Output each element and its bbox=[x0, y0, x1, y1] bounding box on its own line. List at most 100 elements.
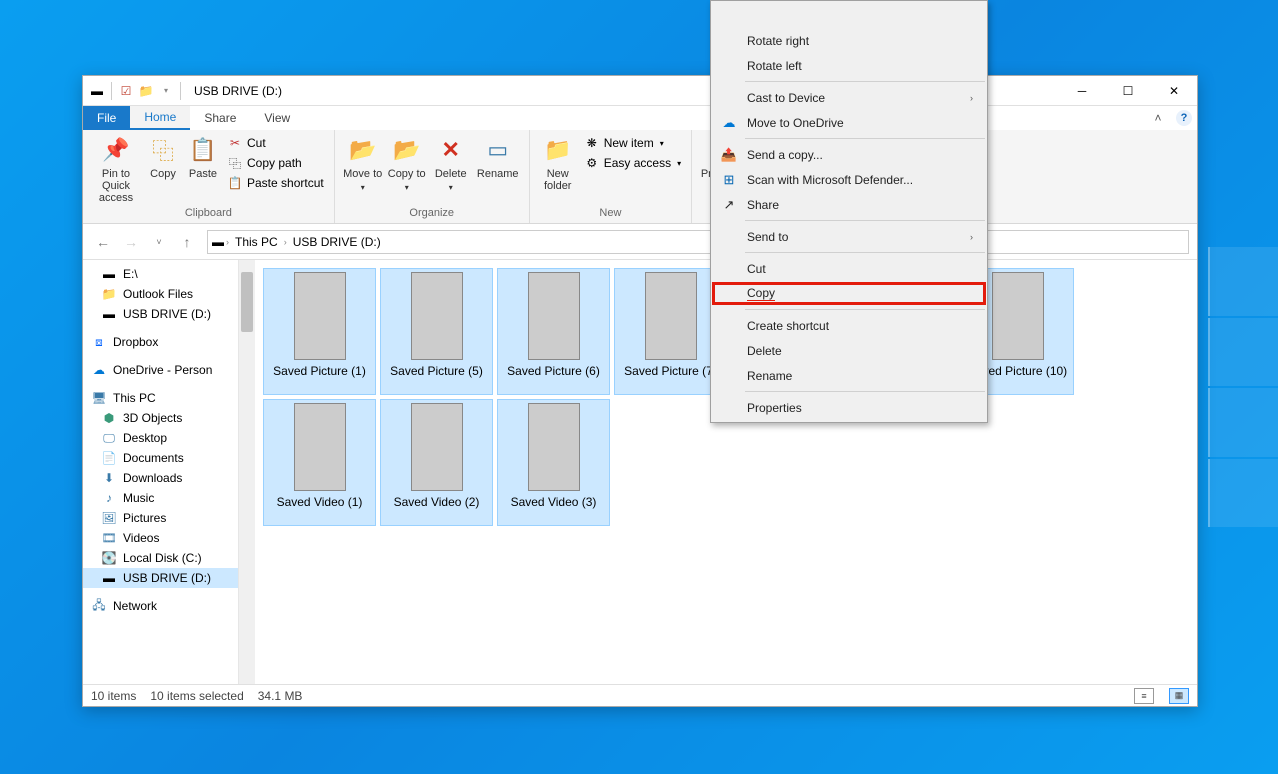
breadcrumb-segment[interactable]: This PC bbox=[231, 235, 282, 249]
help-button[interactable]: ? bbox=[1171, 106, 1197, 130]
forward-button[interactable]: → bbox=[119, 230, 143, 254]
nav-item-pictures[interactable]: 🖼Pictures bbox=[83, 508, 238, 528]
window-title: USB DRIVE (D:) bbox=[189, 84, 282, 98]
new-item-icon: ❋ bbox=[584, 135, 600, 151]
status-items: 10 items bbox=[91, 689, 136, 703]
tab-file[interactable]: File bbox=[83, 106, 130, 130]
dropdown-icon[interactable]: ▾ bbox=[158, 83, 174, 99]
move-icon: 📂 bbox=[347, 134, 379, 166]
menu-separator bbox=[745, 81, 985, 82]
file-name: Saved Picture (6) bbox=[507, 364, 600, 378]
context-cast[interactable]: Cast to Device› bbox=[711, 85, 987, 110]
easy-access-button[interactable]: ⚙Easy access ▾ bbox=[580, 154, 685, 172]
cut-button[interactable]: ✂Cut bbox=[223, 134, 328, 152]
menu-separator bbox=[745, 220, 985, 221]
paste-button[interactable]: 📋Paste bbox=[183, 132, 223, 182]
context-create-shortcut[interactable]: Create shortcut bbox=[711, 313, 987, 338]
group-label: Clipboard bbox=[89, 207, 328, 221]
status-size: 34.1 MB bbox=[258, 689, 303, 703]
copy-path-icon: ⿻ bbox=[227, 155, 243, 171]
pictures-icon: 🖼 bbox=[101, 511, 117, 525]
move-to-button[interactable]: 📂Move to▾ bbox=[341, 132, 385, 196]
file-item[interactable]: Saved Video (3) bbox=[497, 399, 610, 526]
nav-item-outlook[interactable]: 📁Outlook Files bbox=[83, 284, 238, 304]
status-selected: 10 items selected bbox=[150, 689, 243, 703]
pc-icon: 🖥 bbox=[91, 391, 107, 405]
thumbnail bbox=[411, 403, 463, 491]
nav-item-usb[interactable]: ▬USB DRIVE (D:) bbox=[83, 304, 238, 324]
file-name: Saved Picture (5) bbox=[390, 364, 483, 378]
file-item[interactable]: Saved Picture (5) bbox=[380, 268, 493, 395]
file-item[interactable]: Saved Video (1) bbox=[263, 399, 376, 526]
nav-item-videos[interactable]: 🎞Videos bbox=[83, 528, 238, 548]
disk-icon: 💽 bbox=[101, 551, 117, 565]
context-rotate-left[interactable]: Rotate left bbox=[711, 53, 987, 78]
up-button[interactable]: ↑ bbox=[175, 230, 199, 254]
thumbnail bbox=[528, 272, 580, 360]
copy-path-button[interactable]: ⿻Copy path bbox=[223, 154, 328, 172]
file-item[interactable]: Saved Picture (1) bbox=[263, 268, 376, 395]
nav-item-dropbox[interactable]: ⧈Dropbox bbox=[83, 332, 238, 352]
thumbnail bbox=[992, 272, 1044, 360]
context-print[interactable]: Print bbox=[711, 3, 987, 28]
drive-icon: ▬ bbox=[101, 307, 117, 321]
nav-item-music[interactable]: ♪Music bbox=[83, 488, 238, 508]
nav-scrollbar[interactable] bbox=[238, 260, 255, 684]
nav-item-localdisk[interactable]: 💽Local Disk (C:) bbox=[83, 548, 238, 568]
documents-icon: 📄 bbox=[101, 451, 117, 465]
pin-icon: 📌 bbox=[100, 134, 132, 166]
recent-button[interactable]: ˅ bbox=[147, 230, 171, 254]
maximize-button[interactable]: ☐ bbox=[1105, 76, 1151, 106]
file-item[interactable]: Saved Video (2) bbox=[380, 399, 493, 526]
nav-item-usb2[interactable]: ▬USB DRIVE (D:) bbox=[83, 568, 238, 588]
nav-item-onedrive[interactable]: ☁OneDrive - Person bbox=[83, 360, 238, 380]
back-button[interactable]: ← bbox=[91, 230, 115, 254]
nav-item-downloads[interactable]: ⬇Downloads bbox=[83, 468, 238, 488]
pin-to-quick-access-button[interactable]: 📌Pin to Quick access bbox=[89, 132, 143, 206]
folder-icon[interactable]: 📁 bbox=[138, 83, 154, 99]
context-rename[interactable]: Rename bbox=[711, 363, 987, 388]
breadcrumb-segment[interactable]: USB DRIVE (D:) bbox=[289, 235, 385, 249]
scrollbar-thumb[interactable] bbox=[241, 272, 253, 332]
tab-share[interactable]: Share bbox=[190, 106, 250, 130]
nav-item-desktop[interactable]: 🖵Desktop bbox=[83, 428, 238, 448]
context-scan[interactable]: ⊞Scan with Microsoft Defender... bbox=[711, 167, 987, 192]
file-item[interactable]: Saved Picture (6) bbox=[497, 268, 610, 395]
nav-item-3dobjects[interactable]: ⬢3D Objects bbox=[83, 408, 238, 428]
context-rotate-right[interactable]: Rotate right bbox=[711, 28, 987, 53]
nav-item-network[interactable]: 🖧Network bbox=[83, 596, 238, 616]
rename-button[interactable]: ▭Rename bbox=[473, 132, 523, 182]
copy-button[interactable]: ⿻Copy bbox=[143, 132, 183, 182]
context-properties[interactable]: Properties bbox=[711, 395, 987, 420]
check-icon[interactable]: ☑ bbox=[118, 83, 134, 99]
context-send-to[interactable]: Send to› bbox=[711, 224, 987, 249]
context-delete[interactable]: Delete bbox=[711, 338, 987, 363]
nav-item-e[interactable]: ▬E:\ bbox=[83, 264, 238, 284]
new-item-button[interactable]: ❋New item ▾ bbox=[580, 134, 685, 152]
menu-separator bbox=[745, 252, 985, 253]
details-view-button[interactable]: ≡ bbox=[1134, 688, 1154, 704]
collapse-ribbon-button[interactable]: ˄ bbox=[1145, 106, 1171, 130]
navigation-pane[interactable]: ▬E:\ 📁Outlook Files ▬USB DRIVE (D:) ⧈Dro… bbox=[83, 260, 238, 684]
context-cut[interactable]: Cut bbox=[711, 256, 987, 281]
new-folder-button[interactable]: 📁New folder bbox=[536, 132, 580, 194]
nav-item-thispc[interactable]: 🖥This PC bbox=[83, 388, 238, 408]
minimize-button[interactable]: ─ bbox=[1059, 76, 1105, 106]
thumbnail bbox=[294, 272, 346, 360]
paste-shortcut-button[interactable]: 📋Paste shortcut bbox=[223, 174, 328, 192]
nav-item-documents[interactable]: 📄Documents bbox=[83, 448, 238, 468]
context-copy[interactable]: Copy bbox=[711, 281, 987, 306]
context-send-copy[interactable]: 📤Send a copy... bbox=[711, 142, 987, 167]
copy-to-button[interactable]: 📂Copy to▾ bbox=[385, 132, 429, 196]
group-label: Organize bbox=[341, 207, 523, 221]
close-button[interactable]: ✕ bbox=[1151, 76, 1197, 106]
drive-icon: ▬ bbox=[89, 83, 105, 99]
drive-icon: ▬ bbox=[212, 235, 224, 249]
tab-view[interactable]: View bbox=[250, 106, 304, 130]
tab-home[interactable]: Home bbox=[130, 106, 190, 130]
context-move-onedrive[interactable]: ☁Move to OneDrive bbox=[711, 110, 987, 135]
context-share[interactable]: ↗Share bbox=[711, 192, 987, 217]
delete-button[interactable]: ✕Delete▾ bbox=[429, 132, 473, 196]
icons-view-button[interactable]: ▦ bbox=[1169, 688, 1189, 704]
explorer-window: ▬ ☑ 📁 ▾ USB DRIVE (D:) ─ ☐ ✕ File Home S… bbox=[82, 75, 1198, 707]
